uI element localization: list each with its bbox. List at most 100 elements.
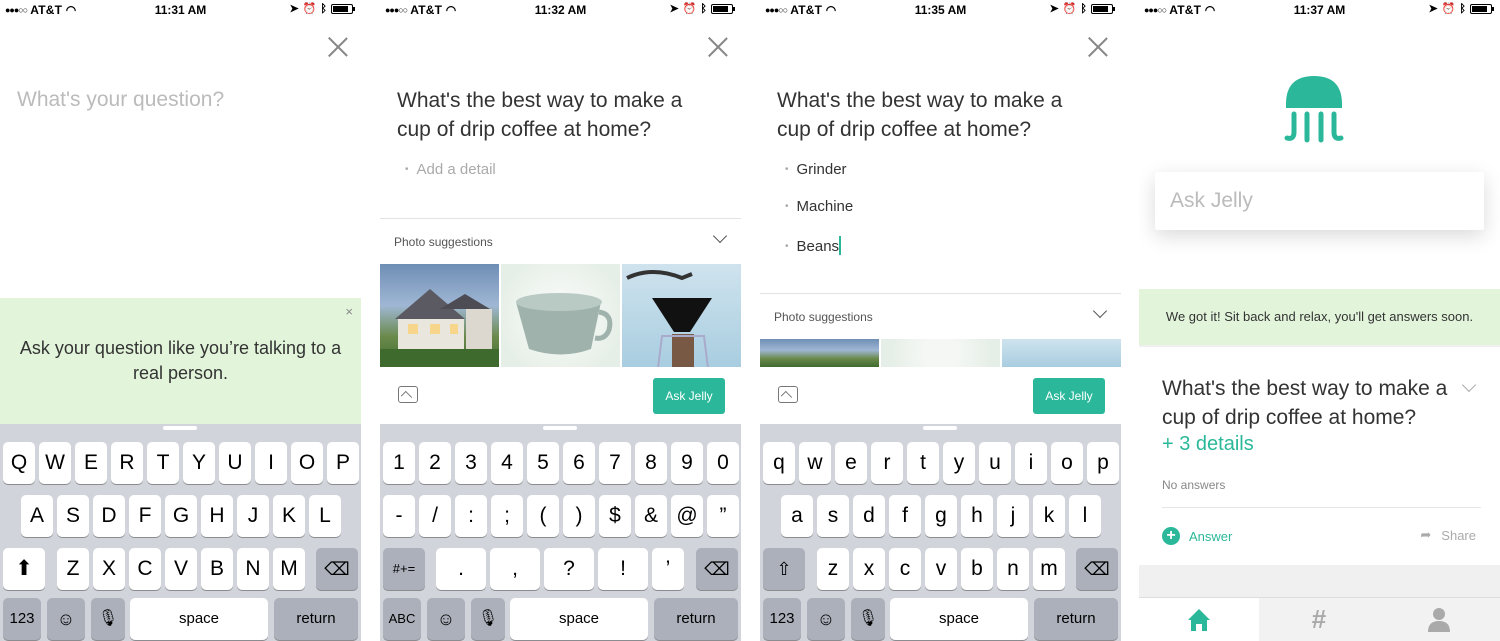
space-key[interactable]: space — [890, 598, 1028, 640]
key[interactable]: ( — [527, 495, 559, 537]
key[interactable]: p — [1087, 442, 1119, 484]
question-input[interactable]: What's the best way to make a cup of dri… — [397, 86, 717, 144]
detail-item[interactable]: • Grinder — [785, 161, 847, 178]
pourover-photo[interactable] — [1002, 339, 1121, 367]
house-photo[interactable] — [380, 264, 499, 368]
key[interactable]: e — [835, 442, 867, 484]
key[interactable]: ’ — [652, 548, 684, 590]
key[interactable]: v — [925, 548, 957, 590]
chevron-down-icon[interactable] — [712, 228, 728, 244]
shift-key-icon[interactable]: ⇧ — [763, 548, 805, 590]
numbers-key[interactable]: 123 — [3, 598, 41, 640]
backspace-key-icon[interactable]: ⌫ — [696, 548, 738, 590]
question-input[interactable]: What's the best way to make a cup of dri… — [777, 86, 1097, 144]
space-key[interactable]: space — [510, 598, 648, 640]
key[interactable]: P — [327, 442, 359, 484]
key[interactable]: k — [1033, 495, 1065, 537]
cup-photo[interactable] — [501, 264, 620, 368]
key[interactable]: B — [201, 548, 233, 590]
shift-key-icon[interactable]: ⬆ — [3, 548, 45, 590]
key[interactable]: s — [817, 495, 849, 537]
key[interactable]: j — [997, 495, 1029, 537]
tab-home[interactable] — [1139, 598, 1259, 641]
key[interactable]: r — [871, 442, 903, 484]
photo-suggestions-header[interactable]: Photo suggestions — [760, 293, 1121, 339]
key[interactable]: & — [635, 495, 667, 537]
close-icon[interactable] — [328, 37, 348, 57]
key[interactable]: 5 — [527, 442, 559, 484]
detail-item[interactable]: • Machine — [785, 198, 853, 215]
photo-suggestions-header[interactable]: Photo suggestions — [380, 218, 741, 264]
key[interactable]: L — [309, 495, 341, 537]
key[interactable]: i — [1015, 442, 1047, 484]
detail-item[interactable]: • Beans — [785, 236, 842, 255]
key[interactable]: C — [129, 548, 161, 590]
image-icon[interactable] — [778, 386, 798, 403]
key[interactable]: 8 — [635, 442, 667, 484]
key[interactable]: 1 — [383, 442, 415, 484]
key[interactable]: . — [436, 548, 486, 590]
ask-jelly-button[interactable]: Ask Jelly — [1033, 378, 1105, 414]
key[interactable]: E — [75, 442, 107, 484]
key[interactable]: M — [273, 548, 305, 590]
answer-button[interactable]: + Answer — [1162, 527, 1232, 545]
key[interactable]: m — [1033, 548, 1065, 590]
key[interactable]: l — [1069, 495, 1101, 537]
key[interactable]: q — [763, 442, 795, 484]
key[interactable]: W — [39, 442, 71, 484]
key[interactable]: u — [979, 442, 1011, 484]
tab-topics[interactable]: # — [1259, 598, 1379, 641]
key[interactable]: F — [129, 495, 161, 537]
key[interactable]: ) — [563, 495, 595, 537]
microphone-key-icon[interactable]: 🎙 — [91, 598, 125, 640]
key[interactable]: c — [889, 548, 921, 590]
tip-close-icon[interactable]: × — [345, 304, 353, 319]
backspace-key-icon[interactable]: ⌫ — [1076, 548, 1118, 590]
key[interactable]: a — [781, 495, 813, 537]
key[interactable]: J — [237, 495, 269, 537]
cup-photo[interactable] — [881, 339, 1000, 367]
tab-profile[interactable] — [1379, 598, 1499, 641]
key[interactable]: f — [889, 495, 921, 537]
key[interactable]: 9 — [671, 442, 703, 484]
ask-jelly-button[interactable]: Ask Jelly — [653, 378, 725, 414]
key[interactable]: I — [255, 442, 287, 484]
abc-key[interactable]: ABC — [383, 598, 421, 640]
return-key[interactable]: return — [654, 598, 738, 640]
key[interactable]: d — [853, 495, 885, 537]
key[interactable]: Y — [183, 442, 215, 484]
ask-jelly-input[interactable]: Ask Jelly — [1155, 172, 1484, 230]
details-link[interactable]: + 3 details — [1162, 433, 1254, 456]
key[interactable]: 3 — [455, 442, 487, 484]
key[interactable]: t — [907, 442, 939, 484]
key[interactable]: - — [383, 495, 415, 537]
emoji-key-icon[interactable]: ☺ — [47, 598, 85, 640]
question-card[interactable]: What's the best way to make a cup of dri… — [1139, 347, 1500, 565]
key[interactable]: Z — [57, 548, 89, 590]
key[interactable]: ” — [707, 495, 739, 537]
house-photo[interactable] — [760, 339, 879, 367]
key[interactable]: N — [237, 548, 269, 590]
key[interactable]: 6 — [563, 442, 595, 484]
key[interactable]: G — [165, 495, 197, 537]
key[interactable]: / — [419, 495, 451, 537]
key[interactable]: V — [165, 548, 197, 590]
key[interactable]: , — [490, 548, 540, 590]
key[interactable]: K — [273, 495, 305, 537]
key[interactable]: ; — [491, 495, 523, 537]
key[interactable]: R — [111, 442, 143, 484]
key[interactable]: U — [219, 442, 251, 484]
key[interactable]: g — [925, 495, 957, 537]
key[interactable]: ! — [598, 548, 648, 590]
close-icon[interactable] — [1088, 37, 1108, 57]
pourover-photo[interactable] — [622, 264, 741, 368]
key[interactable]: 2 — [419, 442, 451, 484]
question-input[interactable]: What's your question? — [17, 88, 224, 112]
return-key[interactable]: return — [274, 598, 358, 640]
key[interactable]: A — [21, 495, 53, 537]
symbols-key[interactable]: #+= — [383, 548, 425, 590]
key[interactable]: D — [93, 495, 125, 537]
key[interactable]: 4 — [491, 442, 523, 484]
key[interactable]: x — [853, 548, 885, 590]
key[interactable]: T — [147, 442, 179, 484]
